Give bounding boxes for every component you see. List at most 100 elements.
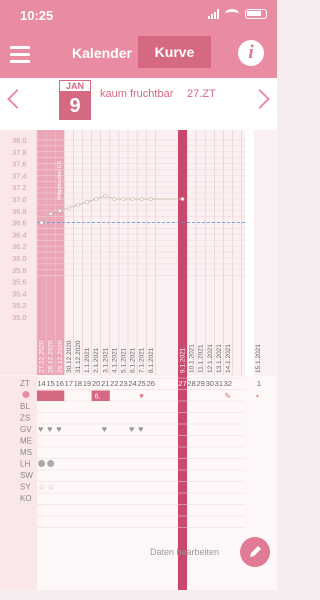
pencil-icon (250, 546, 261, 557)
gv-heart-icon: ♥ (138, 424, 143, 434)
date-label: 28.12.2020 (48, 340, 55, 373)
temperature-point (57, 208, 62, 213)
temperature-point (130, 197, 135, 201)
y-tick-label: 35.8 (12, 266, 27, 275)
edit-data-button[interactable] (240, 537, 270, 567)
wifi-icon (225, 9, 239, 19)
row-label: ZS (20, 414, 30, 423)
y-tick-label: 35.6 (12, 278, 27, 287)
date-label: 3.1.2021 (102, 347, 109, 373)
date-label: 10.1.2021 (189, 344, 196, 373)
date-label: 8.1.2021 (148, 347, 155, 373)
battery-icon (245, 9, 267, 19)
gv-heart-icon: ♥ (129, 424, 134, 434)
y-tick-label: 36.2 (12, 242, 27, 251)
cycle-day-number: 18 (74, 379, 82, 388)
temperature-point (66, 205, 71, 210)
edit-data-label[interactable]: Daten bearbeiten (150, 547, 219, 557)
heart-icon: ♥ (139, 392, 144, 401)
row-label-bg (0, 376, 37, 590)
status-bar: 10:25 (0, 0, 277, 30)
y-tick-label: 37.2 (12, 183, 27, 192)
cycle-day-number: 31 (215, 379, 223, 388)
cycle-day-number: 14 (37, 379, 45, 388)
temperature-point (121, 197, 126, 201)
cycle-day-number: 30 (206, 379, 214, 388)
cycle-chart[interactable]: 38.0 37.8 37.6 37.4 37.2 37.0 36.8 36.6 36.4 36.2… (0, 130, 282, 590)
pencil-icon: ✎ (224, 392, 231, 401)
gv-heart-icon: ♥ (38, 424, 43, 434)
date-label: 12.1.2021 (207, 344, 214, 373)
temperature-point (139, 197, 144, 201)
drop-icon: • (256, 392, 259, 401)
y-tick-label: 37.8 (12, 148, 27, 157)
date-label: 4.1.2021 (111, 347, 118, 373)
chevron-right-icon[interactable] (250, 89, 270, 109)
row-label: KO (20, 494, 32, 503)
status-icons (208, 9, 267, 19)
y-tick-label: 35.0 (12, 313, 27, 322)
cycle-day-number: 25 (137, 379, 145, 388)
lh-check-icon (38, 460, 46, 467)
lh-check-icon (47, 460, 55, 467)
gv-heart-icon: ♥ (47, 424, 52, 434)
info-icon[interactable]: i (238, 40, 264, 66)
gv-heart-icon: ♥ (102, 424, 107, 434)
cycle-day-number: 21 (101, 379, 109, 388)
marker-label: Mitgebucher ES (57, 161, 63, 200)
bottom-panel-bg (0, 376, 277, 590)
cycle-day: 27.ZT (187, 88, 216, 100)
cycle-day-number: 17 (65, 379, 73, 388)
temperature-point (94, 197, 99, 201)
cycle-day-number: 24 (128, 379, 136, 388)
cycle-day-number: 27 (178, 379, 186, 388)
chevron-left-icon[interactable] (7, 89, 27, 109)
tab-curve[interactable]: Kurve (138, 36, 211, 68)
status-time: 10:25 (20, 8, 54, 23)
row-label: SW (20, 471, 33, 480)
y-tick-label: 37.0 (12, 195, 27, 204)
temperature-point (48, 211, 53, 216)
y-tick-label: 35.4 (12, 289, 27, 298)
menu-icon[interactable] (10, 46, 30, 63)
cycle-day-number: 22 (110, 379, 118, 388)
date-label: 11.1.2021 (198, 344, 205, 373)
date-header (0, 78, 277, 130)
row-label: SY (20, 483, 31, 492)
y-tick-label: 38.0 (12, 136, 27, 145)
nav-bar: Kalender Kurve i (0, 30, 277, 78)
row-label: MS (20, 448, 32, 457)
cycle-day-number: 19 (83, 379, 91, 388)
y-tick-label: 36.8 (12, 207, 27, 216)
date-label: 15.1.2021 (255, 344, 262, 373)
row-label: GV (20, 425, 32, 434)
date-label: 30.12.2020 (66, 340, 73, 373)
date-label: 6.1.2021 (130, 347, 137, 373)
temperature-point (103, 194, 108, 198)
date-label: 1.1.2021 (84, 347, 91, 373)
cycle-day-number: 15 (46, 379, 54, 388)
tab-calendar[interactable]: Kalender (67, 40, 137, 66)
symptom-icon: ☺ (38, 485, 45, 492)
y-tick-label: 36.4 (12, 230, 27, 239)
today-column-bottom (178, 376, 187, 590)
date-label: 27.12.2020 (39, 340, 46, 373)
signal-icon (208, 9, 219, 19)
y-tick-label: 36.0 (12, 254, 27, 263)
temperature-point (180, 197, 185, 201)
row-label: ME (20, 437, 32, 446)
temperature-point (39, 220, 44, 225)
y-tick-label: 36.6 (12, 219, 27, 228)
y-tick-label: 37.4 (12, 171, 27, 180)
y-tick-label: 37.6 (12, 160, 27, 169)
row-label: ZT (20, 379, 30, 388)
calendar-day[interactable]: 9 (59, 92, 91, 120)
date-label: 2.1.2021 (93, 347, 100, 373)
cycle-day-number: 26 (147, 379, 155, 388)
chart-svg: 38.0 37.8 37.6 37.4 37.2 37.0 36.8 36.6 36.4 36.2… (0, 130, 282, 590)
day6-label: 6. (95, 394, 101, 401)
symptom-icon: ☺ (47, 485, 54, 492)
info-row-icon (22, 391, 30, 398)
date-label: 13.1.2021 (216, 344, 223, 373)
temperature-point (76, 203, 80, 207)
